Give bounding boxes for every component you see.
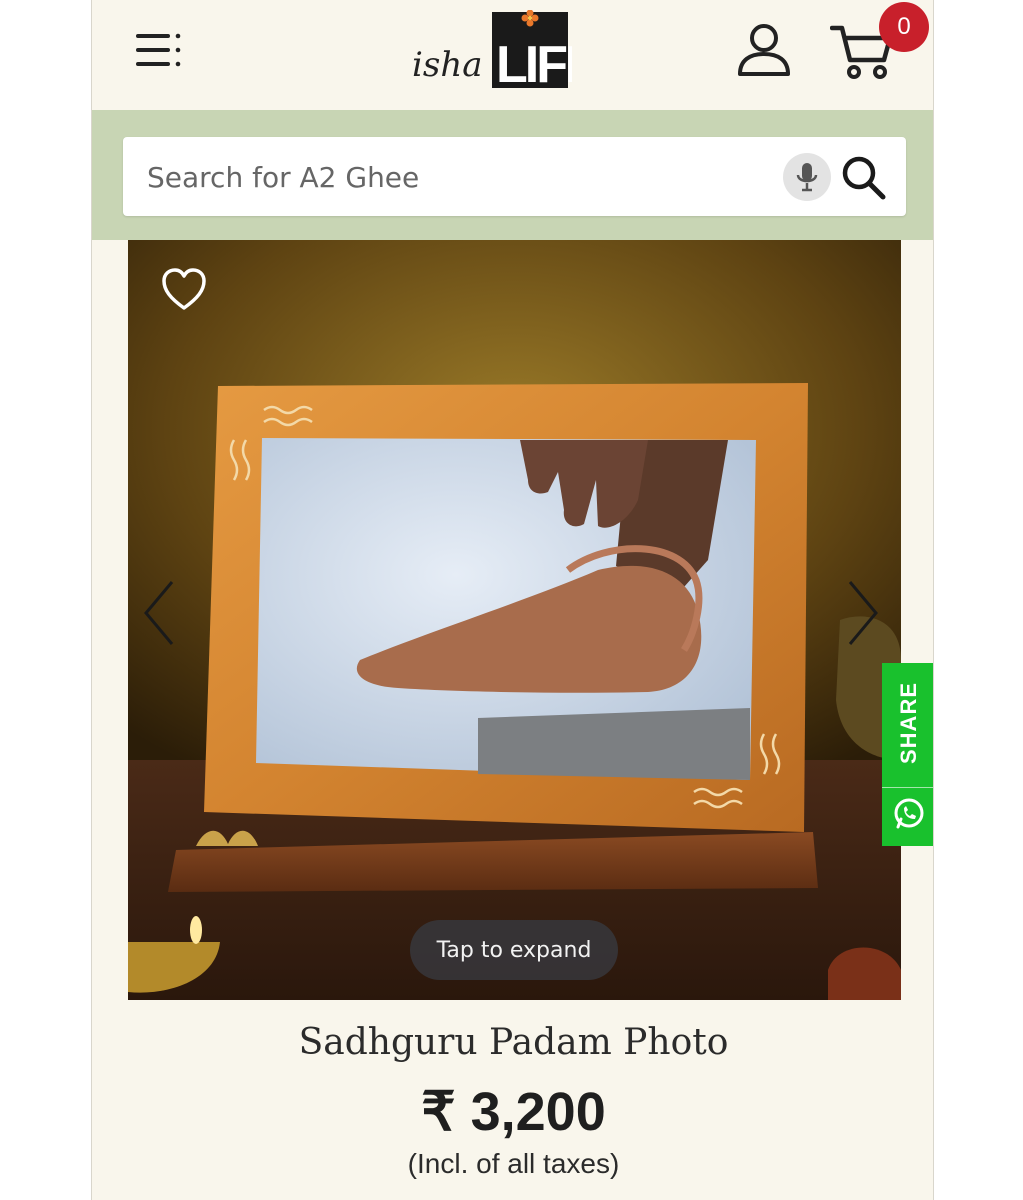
logo-isha-text: isha bbox=[412, 45, 483, 85]
product-page: isha LIFE bbox=[91, 0, 934, 1200]
chevron-left-icon bbox=[144, 581, 174, 645]
product-price: ₹ 3,200 bbox=[421, 1082, 606, 1142]
share-label: SHARE bbox=[895, 681, 921, 765]
product-image-gallery[interactable]: Tap to expand bbox=[128, 240, 901, 1000]
isha-life-logo[interactable]: isha LIFE bbox=[412, 9, 601, 94]
voice-search-button[interactable] bbox=[783, 153, 831, 201]
product-photo bbox=[128, 240, 901, 1000]
microphone-icon bbox=[796, 163, 818, 192]
search-icon bbox=[842, 156, 886, 200]
next-image-button[interactable] bbox=[844, 578, 880, 648]
search-box bbox=[123, 137, 906, 218]
menu-button[interactable] bbox=[136, 30, 184, 70]
user-icon bbox=[738, 24, 790, 76]
tap-to-expand-button[interactable]: Tap to expand bbox=[410, 920, 618, 980]
hamburger-menu-icon bbox=[136, 33, 181, 67]
heart-icon bbox=[162, 268, 206, 310]
cart-count-badge: 0 bbox=[879, 2, 929, 52]
share-tab[interactable]: SHARE bbox=[882, 663, 933, 846]
product-title: Sadhguru Padam Photo bbox=[298, 1022, 729, 1063]
chevron-right-icon bbox=[848, 581, 878, 645]
search-bar-section bbox=[92, 110, 933, 240]
share-divider bbox=[882, 787, 933, 788]
search-input[interactable] bbox=[145, 137, 749, 218]
previous-image-button[interactable] bbox=[142, 578, 178, 648]
wishlist-button[interactable] bbox=[160, 266, 208, 312]
logo-life-text: LIFE bbox=[496, 36, 572, 90]
whatsapp-icon[interactable] bbox=[892, 797, 926, 831]
site-header: isha LIFE bbox=[92, 0, 933, 110]
tax-note: (Incl. of all taxes) bbox=[407, 1148, 620, 1179]
share-label-container: SHARE bbox=[882, 663, 933, 783]
account-button[interactable] bbox=[736, 22, 792, 78]
search-button[interactable] bbox=[839, 153, 889, 203]
